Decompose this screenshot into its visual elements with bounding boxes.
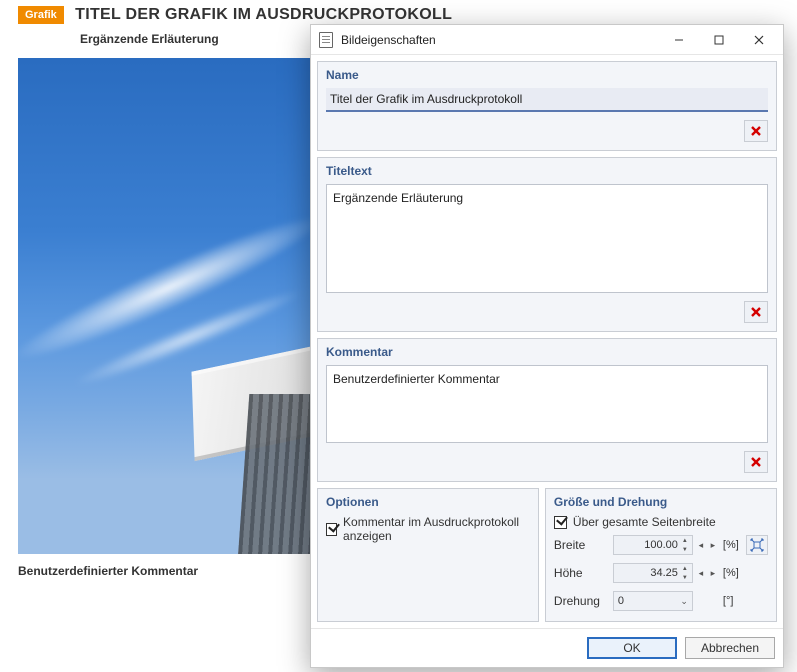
rotation-combo[interactable]: 0 ⌄ — [613, 591, 693, 611]
group-comment-title: Kommentar — [326, 345, 768, 359]
name-input[interactable] — [326, 88, 768, 112]
rotation-label: Drehung — [554, 594, 609, 608]
name-clear-button[interactable] — [744, 120, 768, 142]
height-unit: [%] — [723, 567, 739, 579]
group-options-title: Optionen — [326, 495, 530, 509]
minimize-button[interactable] — [659, 26, 699, 54]
step-right-icon[interactable]: ▸ — [709, 568, 717, 579]
image-properties-dialog: Bildeigenschaften Name Titeltext — [310, 24, 784, 668]
titletext-input[interactable] — [326, 184, 768, 293]
group-titletext: Titeltext — [317, 157, 777, 332]
group-comment: Kommentar — [317, 338, 777, 482]
group-titletext-title: Titeltext — [326, 164, 768, 178]
full-width-label: Über gesamte Seitenbreite — [573, 515, 716, 529]
close-button[interactable] — [739, 26, 779, 54]
button-bar: OK Abbrechen — [311, 628, 783, 667]
spin-down-icon[interactable]: ▼ — [679, 545, 691, 554]
height-spinbox[interactable]: 34.25 ▲▼ — [613, 563, 693, 583]
grafik-badge: Grafik — [18, 6, 64, 24]
full-width-checkbox[interactable]: Über gesamte Seitenbreite — [554, 515, 768, 529]
width-spinbox[interactable]: 100.00 ▲▼ — [613, 535, 693, 555]
checkbox-icon — [554, 516, 567, 529]
group-name: Name — [317, 61, 777, 151]
show-comment-checkbox[interactable]: Kommentar im Ausdruckprotokoll anzeigen — [326, 515, 530, 543]
report-title: TITEL DER GRAFIK IM AUSDRUCKPROTOKOLL — [75, 6, 452, 24]
step-right-icon[interactable]: ▸ — [709, 540, 717, 551]
width-value: 100.00 — [644, 539, 678, 551]
maximize-button[interactable] — [699, 26, 739, 54]
group-name-title: Name — [326, 68, 768, 82]
spin-up-icon[interactable]: ▲ — [679, 564, 691, 573]
height-value: 34.25 — [650, 567, 678, 579]
width-label: Breite — [554, 538, 609, 552]
spin-down-icon[interactable]: ▼ — [679, 573, 691, 582]
titlebar[interactable]: Bildeigenschaften — [311, 25, 783, 55]
height-label: Höhe — [554, 566, 609, 580]
comment-input[interactable] — [326, 365, 768, 443]
show-comment-label: Kommentar im Ausdruckprotokoll anzeigen — [343, 515, 530, 543]
dialog-caption: Bildeigenschaften — [341, 33, 659, 47]
group-size-title: Größe und Drehung — [554, 495, 768, 509]
document-icon — [319, 32, 333, 48]
fit-width-button[interactable] — [746, 535, 768, 555]
cancel-button[interactable]: Abbrechen — [685, 637, 775, 659]
ok-button[interactable]: OK — [587, 637, 677, 659]
comment-clear-button[interactable] — [744, 451, 768, 473]
group-size: Größe und Drehung Über gesamte Seitenbre… — [545, 488, 777, 622]
chevron-down-icon: ⌄ — [680, 596, 688, 607]
rotation-unit: [°] — [723, 595, 734, 607]
titletext-clear-button[interactable] — [744, 301, 768, 323]
spin-up-icon[interactable]: ▲ — [679, 536, 691, 545]
width-unit: [%] — [723, 539, 739, 551]
step-left-icon[interactable]: ◂ — [697, 568, 705, 579]
step-left-icon[interactable]: ◂ — [697, 540, 705, 551]
checkbox-icon — [326, 523, 337, 536]
rotation-value: 0 — [618, 595, 624, 607]
group-options: Optionen Kommentar im Ausdruckprotokoll … — [317, 488, 539, 622]
